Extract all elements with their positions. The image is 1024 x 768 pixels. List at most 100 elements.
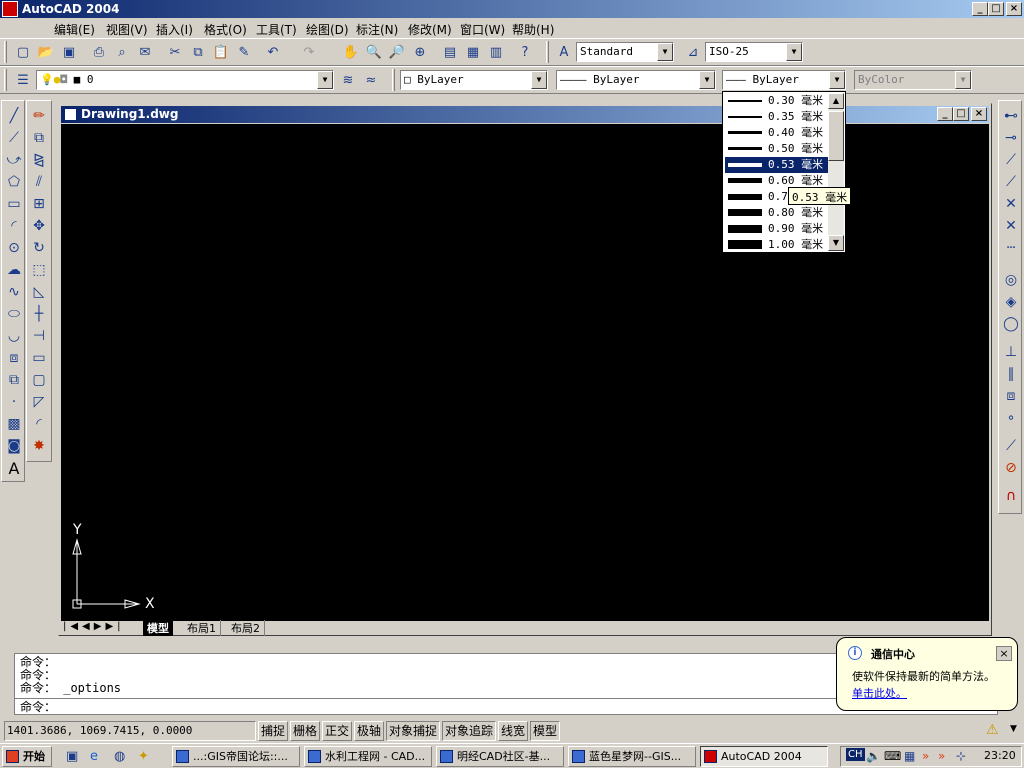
snap-intersection-icon[interactable]: ✕: [999, 193, 1023, 215]
snap-parallel-icon[interactable]: ∥: [999, 363, 1023, 385]
show-desktop-icon[interactable]: ▣: [66, 749, 78, 764]
snap-center-icon[interactable]: ◎: [999, 269, 1023, 291]
lineweight-scrollbar[interactable]: ▲ ▼: [828, 93, 844, 251]
warning-icon[interactable]: ⚠: [986, 722, 999, 738]
properties-icon[interactable]: ▤: [439, 41, 461, 63]
text-style-select[interactable]: Standard ▼: [576, 42, 674, 62]
snap-quadrant-icon[interactable]: ◈: [999, 291, 1023, 313]
erase-icon[interactable]: ✏: [27, 105, 51, 127]
tab-scroll-buttons[interactable]: |◀◀▶▶|: [63, 621, 125, 632]
scroll-thumb[interactable]: [828, 111, 844, 161]
snap-from-icon[interactable]: ⊸: [999, 127, 1023, 149]
lineweight-option[interactable]: 0.80 毫米: [725, 205, 829, 221]
menu-window[interactable]: 窗口(W): [460, 21, 505, 38]
tray-app-icon[interactable]: ⊹: [956, 749, 966, 763]
chevron-down-icon[interactable]: ▼: [699, 71, 715, 89]
grid-toggle[interactable]: 栅格: [290, 721, 321, 741]
insert-block-icon[interactable]: ⧈: [2, 347, 26, 369]
make-block-icon[interactable]: ⧉: [2, 369, 26, 391]
extend-icon[interactable]: ⊣: [27, 325, 51, 347]
dim-style-select[interactable]: ISO-25 ▼: [705, 42, 803, 62]
tab-layout1[interactable]: 布局1: [183, 620, 221, 636]
linetype-select[interactable]: ———— ByLayer ▼: [556, 70, 716, 90]
circle-icon[interactable]: ⊙: [2, 237, 26, 259]
menu-view[interactable]: 视图(V): [106, 21, 148, 38]
notification-link[interactable]: 单击此处。: [852, 685, 907, 701]
menu-edit[interactable]: 编辑(E): [54, 21, 95, 38]
make-current-icon[interactable]: ≋: [337, 69, 359, 91]
polyline-icon[interactable]: ⤻: [2, 149, 26, 171]
menu-format[interactable]: 格式(O): [204, 21, 247, 38]
arc-icon[interactable]: ◜: [2, 215, 26, 237]
keyboard-icon[interactable]: ⌨: [884, 749, 901, 763]
copy-icon[interactable]: ⧉: [187, 41, 209, 63]
lineweight-toggle[interactable]: 线宽: [498, 721, 529, 741]
point-icon[interactable]: ·: [2, 391, 26, 413]
lineweight-option[interactable]: 0.90 毫米: [725, 221, 829, 237]
help-icon[interactable]: ?: [514, 41, 536, 63]
snap-nearest-icon[interactable]: ⟋: [999, 435, 1023, 457]
hatch-icon[interactable]: ▩: [2, 413, 26, 435]
tab-model[interactable]: 模型: [143, 620, 173, 636]
tray-app-icon[interactable]: »: [922, 749, 929, 763]
color-select[interactable]: □ ByLayer ▼: [400, 70, 548, 90]
network-icon[interactable]: ▦: [904, 749, 915, 763]
taskbar-item[interactable]: 蓝色星梦网--GIS...: [568, 746, 696, 767]
layer-select[interactable]: 💡●◘ ■ 0 ▼: [36, 70, 334, 90]
chevron-down-icon[interactable]: ▼: [531, 71, 547, 89]
tray-app-icon[interactable]: »: [938, 749, 945, 763]
autocad-app-icon[interactable]: [2, 1, 18, 17]
chevron-down-icon[interactable]: ▼: [657, 43, 673, 61]
lineweight-select[interactable]: ——— ByLayer ▼: [722, 70, 846, 90]
notification-close-button[interactable]: ×: [996, 646, 1012, 661]
scroll-down-icon[interactable]: ▼: [828, 235, 844, 251]
redo-icon[interactable]: ↷: [298, 41, 320, 63]
match-properties-icon[interactable]: ✎: [233, 41, 255, 63]
zoom-window-icon[interactable]: 🔎: [386, 41, 408, 63]
toolbar-grip[interactable]: [392, 69, 395, 91]
lineweight-option[interactable]: 0.40 毫米: [725, 125, 829, 141]
polygon-icon[interactable]: ⬠: [2, 171, 26, 193]
array-icon[interactable]: ⊞: [27, 193, 51, 215]
spline-icon[interactable]: ∿: [2, 281, 26, 303]
trim-icon[interactable]: ┼: [27, 303, 51, 325]
minimize-button[interactable]: _: [972, 2, 988, 16]
mirror-icon[interactable]: ⧎: [27, 149, 51, 171]
menu-tools[interactable]: 工具(T): [256, 21, 297, 38]
line-icon[interactable]: ╱: [2, 105, 26, 127]
quicklaunch-icon[interactable]: ✦: [138, 749, 149, 764]
pan-icon[interactable]: ✋: [340, 41, 362, 63]
snap-extension-icon[interactable]: ┄: [999, 237, 1023, 259]
snap-perpendicular-icon[interactable]: ⊥: [999, 341, 1023, 363]
model-toggle[interactable]: 模型: [530, 721, 561, 741]
taskbar-item[interactable]: 水利工程网 - CAD...: [304, 746, 432, 767]
zoom-previous-icon[interactable]: ⊕: [409, 41, 431, 63]
save-icon[interactable]: ▣: [58, 41, 80, 63]
scale-icon[interactable]: ⬚: [27, 259, 51, 281]
drawing-close-button[interactable]: ×: [971, 107, 987, 121]
menu-draw[interactable]: 绘图(D): [306, 21, 349, 38]
status-menu-chevron-icon[interactable]: ▼: [1010, 724, 1017, 734]
otrack-toggle[interactable]: 对象追踪: [442, 721, 497, 741]
zoom-realtime-icon[interactable]: 🔍: [363, 41, 385, 63]
scroll-up-icon[interactable]: ▲: [828, 93, 844, 109]
region-icon[interactable]: ◙: [2, 435, 26, 457]
maximize-button[interactable]: □: [988, 2, 1004, 16]
toolbar-grip[interactable]: [4, 69, 7, 91]
taskbar-item[interactable]: 明经CAD社区-基...: [436, 746, 564, 767]
ie-icon[interactable]: e: [90, 749, 98, 764]
offset-icon[interactable]: ⫽: [27, 171, 51, 193]
rotate-icon[interactable]: ↻: [27, 237, 51, 259]
snap-node-icon[interactable]: ∘: [999, 407, 1023, 429]
quicklaunch-icon[interactable]: ◍: [114, 749, 125, 764]
lineweight-option[interactable]: 0.30 毫米: [725, 93, 829, 109]
cut-icon[interactable]: ✂: [164, 41, 186, 63]
rectangle-icon[interactable]: ▭: [2, 193, 26, 215]
undo-icon[interactable]: ↶: [262, 41, 284, 63]
taskbar-item-active[interactable]: AutoCAD 2004: [700, 746, 828, 767]
taskbar-item[interactable]: ...:GIS帝国论坛::...: [172, 746, 300, 767]
design-center-icon[interactable]: ▦: [462, 41, 484, 63]
tab-layout2[interactable]: 布局2: [227, 620, 265, 636]
snap-midpoint-icon[interactable]: ⟋: [999, 171, 1023, 193]
command-prompt[interactable]: 命令：: [20, 701, 56, 713]
